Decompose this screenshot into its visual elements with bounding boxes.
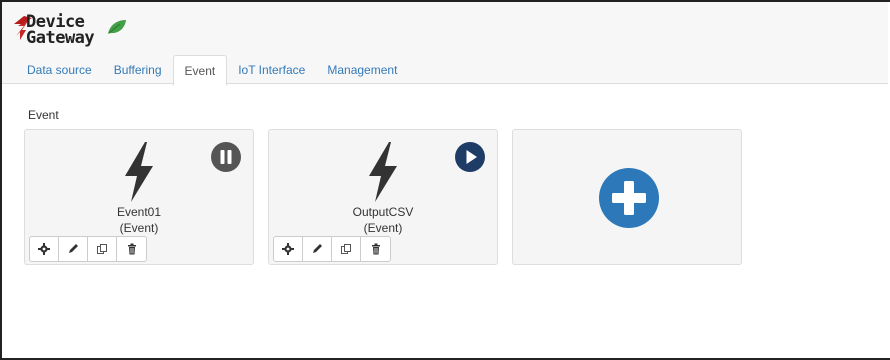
trash-icon [371,243,380,255]
event-card-event01[interactable]: Event01 (Event) [24,129,254,265]
trash-icon [127,243,136,255]
delete-button[interactable] [117,237,146,261]
delete-button[interactable] [361,237,390,261]
pencil-icon [313,244,322,253]
card-action-group [29,236,147,262]
device-gateway-logo[interactable]: Device Gateway [12,12,132,52]
card-type: (Event) [363,221,403,235]
logo-leaf-icon [108,20,126,34]
card-name: Event01 [116,205,162,219]
settings-button[interactable] [30,237,59,261]
pause-icon[interactable] [211,142,241,172]
tab-management[interactable]: Management [316,55,408,85]
header-bar: Device Gateway Data source Buffering Eve… [2,2,888,86]
card-name: OutputCSV [352,205,414,219]
section-title: Event [28,108,59,122]
logo-text: Device Gateway [26,14,95,48]
card-action-group [273,236,391,262]
tab-buffering[interactable]: Buffering [103,55,173,85]
edit-button[interactable] [303,237,332,261]
tab-data-source[interactable]: Data source [16,55,103,85]
pencil-icon [69,244,78,253]
copy-icon [341,244,351,254]
edit-button[interactable] [59,237,88,261]
add-event-card[interactable] [512,129,742,265]
tab-event[interactable]: Event [172,55,228,86]
copy-button[interactable] [332,237,361,261]
gear-icon [282,243,294,255]
copy-button[interactable] [88,237,117,261]
gear-icon [38,243,50,255]
play-icon[interactable] [455,142,485,172]
event-card-outputcsv[interactable]: OutputCSV (Event) [268,129,498,265]
card-type: (Event) [119,221,159,235]
lightning-bolt-icon [369,142,397,202]
logo-line-2: Gateway [26,28,95,48]
settings-button[interactable] [274,237,303,261]
copy-icon [97,244,107,254]
tab-iot-interface[interactable]: IoT Interface [227,55,316,85]
tab-bar: Data source Buffering Event IoT Interfac… [16,55,408,86]
plus-circle-icon[interactable] [599,168,659,228]
lightning-bolt-icon [125,142,153,202]
